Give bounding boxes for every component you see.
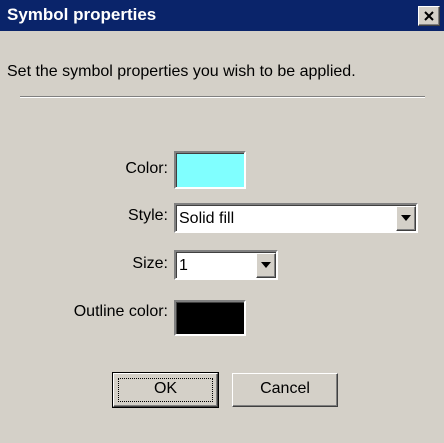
cancel-button[interactable]: Cancel [232, 373, 338, 407]
close-button[interactable] [418, 6, 440, 26]
instruction-text: Set the symbol properties you wish to be… [7, 63, 356, 80]
color-label: Color: [125, 160, 168, 177]
color-swatch[interactable] [174, 151, 246, 189]
outline-color-swatch[interactable] [174, 300, 246, 336]
size-dropdown-value: 1 [179, 257, 188, 274]
symbol-properties-dialog: Symbol properties Set the symbol propert… [0, 0, 444, 443]
separator-line [20, 96, 425, 98]
style-label: Style: [127, 207, 168, 224]
chevron-down-icon [261, 262, 271, 268]
title-bar[interactable]: Symbol properties [0, 0, 444, 31]
outline-color-swatch-fill [177, 303, 244, 334]
style-dropdown-button[interactable] [396, 206, 416, 231]
style-dropdown-value: Solid fill [179, 210, 235, 227]
chevron-down-icon [401, 215, 411, 221]
close-x-icon [424, 11, 434, 21]
size-label: Size: [132, 255, 168, 272]
dialog-title: Symbol properties [7, 5, 157, 24]
ok-button-label: OK [153, 380, 178, 397]
size-dropdown-button[interactable] [256, 253, 276, 278]
cancel-button-label: Cancel [260, 380, 310, 397]
outline-color-label: Outline color: [73, 303, 168, 320]
ok-button[interactable]: OK [112, 372, 219, 408]
size-dropdown[interactable]: 1 [174, 250, 278, 280]
style-dropdown[interactable]: Solid fill [174, 203, 418, 233]
color-swatch-fill [177, 154, 244, 187]
